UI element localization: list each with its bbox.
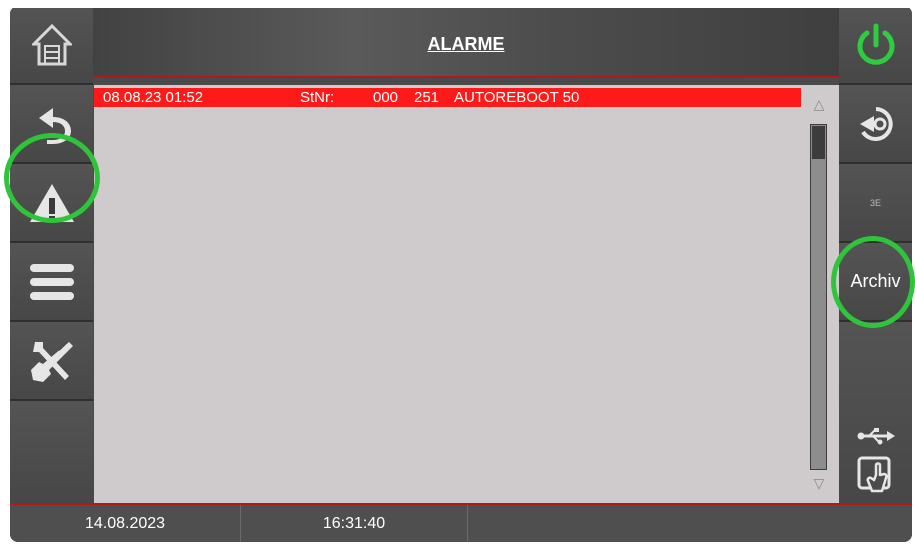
scroll-up-arrow-icon[interactable]: △ <box>808 96 830 113</box>
home-button[interactable] <box>10 6 93 85</box>
alarm-message: AUTOREBOOT 50 <box>454 89 580 106</box>
alarm-code2: 251 <box>414 89 440 106</box>
alarm-datetime: 08.08.23 01:52 <box>103 89 204 106</box>
right-sidebar: 3E Archiv <box>839 6 912 503</box>
usb-touch-slot <box>839 322 912 503</box>
page-title: ALARME <box>427 34 505 54</box>
alarm-warning-icon <box>28 182 76 224</box>
menu-button[interactable] <box>10 243 93 322</box>
usb-icon[interactable] <box>857 427 895 445</box>
alarm-code1: 000 <box>373 89 399 106</box>
back-button[interactable] <box>10 85 93 164</box>
footer-date: 14.08.2023 <box>10 505 241 542</box>
archive-button[interactable]: Archiv <box>839 243 912 322</box>
touch-icon[interactable] <box>856 455 896 495</box>
top-crop-strip <box>0 0 915 8</box>
alarm-button[interactable] <box>10 164 93 243</box>
scroll-down-arrow-icon[interactable]: ▽ <box>808 475 830 492</box>
menu-icon <box>29 263 74 301</box>
power-icon <box>854 23 898 67</box>
status-bar: 14.08.2023 16:31:40 <box>10 503 912 542</box>
small-label-slot: 3E <box>839 164 912 243</box>
empty-slot <box>10 401 93 503</box>
tools-icon <box>29 338 75 384</box>
header-bar: ALARME <box>93 6 839 78</box>
left-sidebar <box>10 6 93 503</box>
alarm-row[interactable]: 08.08.23 01:52 StNr: 000 251 AUTOREBOOT … <box>94 88 801 107</box>
alarm-list-area: 08.08.23 01:52 StNr: 000 251 AUTOREBOOT … <box>94 85 839 503</box>
scroll-track[interactable] <box>810 124 827 470</box>
tools-button[interactable] <box>10 322 93 401</box>
login-button[interactable] <box>839 85 912 164</box>
scroll-thumb[interactable] <box>812 126 825 159</box>
footer-time: 16:31:40 <box>241 505 468 542</box>
small-label: 3E <box>869 197 881 208</box>
hmi-screen: ALARME 3E Archiv 08.08.23 01:52 StNr: 00… <box>10 6 912 542</box>
archive-label: Archiv <box>850 271 901 291</box>
scrollbar[interactable]: △ ▽ <box>808 94 830 492</box>
alarm-stnr-label: StNr: <box>300 89 335 106</box>
login-icon <box>858 106 894 142</box>
back-icon <box>31 104 73 144</box>
home-icon <box>31 23 72 66</box>
power-button[interactable] <box>839 6 912 85</box>
